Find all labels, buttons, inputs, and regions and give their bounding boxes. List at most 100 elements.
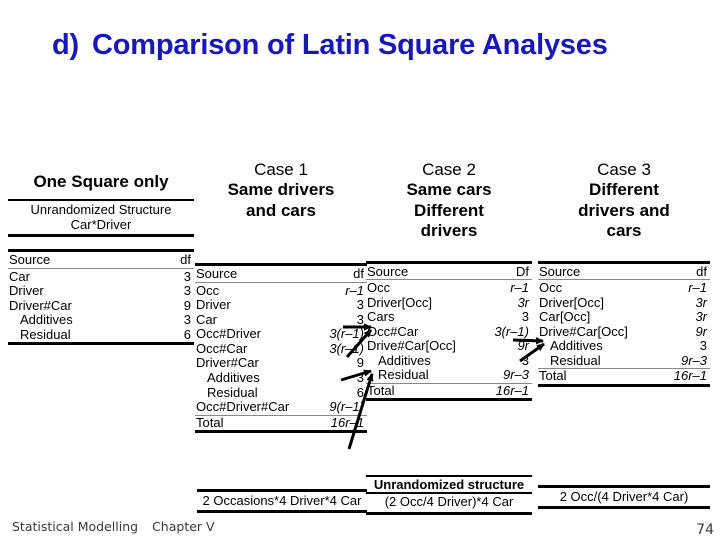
table-row: Drive#Car[Occ] 9r <box>366 339 532 354</box>
one-square-table-body: Source df Car 3 Driver 3 Driver#Car 9 Ad… <box>8 249 194 346</box>
one-square-structure-line1: Unrandomized Structure <box>30 201 172 217</box>
row-df: 6 <box>356 384 364 400</box>
table-header-row: Source Df <box>366 260 532 281</box>
row-df: 3 <box>699 338 707 354</box>
row-df: 9r–3 <box>680 352 707 368</box>
table-row: Occ r–1 <box>538 280 710 296</box>
table-row: Occ r–1 <box>366 280 532 296</box>
slide-footer: Statistical Modelling Chapter V <box>12 519 215 534</box>
row-source: Additives <box>207 370 260 385</box>
column-one-square-only: One Square only Unrandomized Structure C… <box>8 172 194 346</box>
row-source: Driver[Occ] <box>367 294 432 310</box>
header-source: Source <box>195 263 317 283</box>
case-2-subtitle-line1: Same cars <box>406 180 492 200</box>
table-row: Additives 3 <box>366 352 532 369</box>
table-row: Residual 9r–3 <box>538 352 710 369</box>
row-source: Residual <box>378 367 429 383</box>
page-title-marker: d) <box>52 29 79 61</box>
row-source: Car[Occ] <box>539 309 591 325</box>
table-row: Driver[Occ] 3r <box>366 294 532 311</box>
row-source: Occ#Driver#Car <box>196 399 290 415</box>
table-row: Residual 9r–3 <box>366 368 532 383</box>
table-total-row: Total 16r–1 <box>538 368 710 387</box>
row-df: 3 <box>521 309 529 325</box>
row-df: 3(r–1) <box>494 323 529 339</box>
case-2-label: Case 2 <box>422 160 476 179</box>
case-2-structure-box: Unrandomized structure (2 Occ/4 Driver)*… <box>366 474 532 515</box>
row-source: Occ#Driver <box>196 326 262 342</box>
case-2-subtitle-line2: Different <box>414 200 484 220</box>
table-row: Driver[Occ] 3r <box>538 294 710 311</box>
header-source: Source <box>538 260 660 281</box>
table-row: Driver 3 <box>8 284 194 299</box>
row-df: 9 <box>183 297 191 313</box>
header-df: df <box>316 263 367 283</box>
row-source: Cars <box>367 309 395 325</box>
table-row: Driver#Car 9 <box>8 297 194 314</box>
table-row: Car[Occ] 3r <box>538 310 710 325</box>
case-3-structure-body: 2 Occ/(4 Driver*4 Car) <box>559 489 689 504</box>
column-case-2: Case 2 Same cars Different drivers Sourc… <box>366 160 532 402</box>
total-source: Total <box>195 414 317 434</box>
table-row: Occ#Driver 3(r–1) <box>195 327 367 342</box>
case-1-structure-body: 2 Occasions*4 Driver*4 Car <box>202 493 362 508</box>
one-square-title: One Square only <box>33 172 169 191</box>
table-row: Residual 6 <box>195 384 367 401</box>
row-df: 3r <box>695 309 707 325</box>
case-2-structure-title: Unrandomized structure <box>366 475 532 495</box>
table-header-row: Source df <box>195 263 367 283</box>
table-row: Cars 3 <box>366 310 532 325</box>
row-df: 9r <box>695 323 707 339</box>
case-3-subtitle-line3: cars <box>606 221 642 241</box>
row-source: Occ#Car <box>196 340 248 356</box>
column-case-3: Case 3 Different drivers and cars Source… <box>538 160 710 387</box>
header-source: Source <box>366 260 483 281</box>
row-df: 6 <box>159 327 194 346</box>
row-df: 3(r–1) <box>329 340 364 356</box>
case-2-subtitle-line3: drivers <box>420 221 478 241</box>
row-source: Drive#Car[Occ] <box>367 338 456 354</box>
row-df: r–1 <box>510 280 529 296</box>
case-3-subtitle-line2: drivers and <box>578 200 670 220</box>
row-df: 3 <box>356 370 364 385</box>
table-row: Occ#Car 3(r–1) <box>195 340 367 357</box>
case-1-subtitle-line2: and cars <box>246 200 316 220</box>
header-df: df <box>159 249 194 269</box>
header-source: Source <box>8 249 160 269</box>
table-header-row: Source df <box>538 260 710 281</box>
row-source: Car <box>9 268 30 284</box>
row-df: 9(r–1) <box>329 399 364 415</box>
row-df: r–1 <box>688 280 707 296</box>
row-source: Residual <box>550 352 601 368</box>
row-source: Additives <box>550 338 603 354</box>
table-row: Car 3 <box>8 268 194 284</box>
table-total-row: Total 16r–1 <box>195 414 367 434</box>
row-source: Drive#Car[Occ] <box>539 323 628 339</box>
row-source: Car <box>196 311 217 327</box>
row-df: 3r <box>517 294 529 310</box>
row-source: Occ#Car <box>367 323 419 339</box>
row-source: Driver <box>196 297 231 313</box>
footer-course: Statistical Modelling <box>12 519 139 534</box>
row-source: Additives <box>378 352 431 368</box>
total-df: 16r–1 <box>659 368 710 387</box>
row-source: Occ <box>539 280 563 296</box>
row-source: Driver[Occ] <box>539 294 604 310</box>
case-1-anova-table: Source df Occ r–1 Driver 3 Car 3 Occ#Dri… <box>195 263 367 434</box>
total-source: Total <box>538 368 660 387</box>
table-row: Driver 3 <box>195 298 367 313</box>
one-square-structure-line2: Car*Driver <box>70 216 132 232</box>
row-source: Driver#Car <box>196 355 259 371</box>
row-df: 3 <box>521 352 529 368</box>
row-df: 3r <box>695 294 707 310</box>
row-source: Additives <box>20 312 73 328</box>
one-square-anova-table: Source df Car 3 Driver 3 Driver#Car 9 Ad… <box>8 249 194 346</box>
one-square-structure-box: Unrandomized Structure Car*Driver <box>8 198 194 238</box>
row-df: 3(r–1) <box>329 326 364 342</box>
case-3-table-body: Source df Occ r–1 Driver[Occ] 3r Car[Occ… <box>538 260 710 387</box>
table-row: Driver#Car 9 <box>195 356 367 371</box>
row-source: Driver#Car <box>9 297 72 313</box>
page-title: d) Comparison of Latin Square Analyses <box>52 26 672 66</box>
table-row: Drive#Car[Occ] 9r <box>538 323 710 340</box>
table-row: Occ#Driver#Car 9(r–1) <box>195 399 367 415</box>
